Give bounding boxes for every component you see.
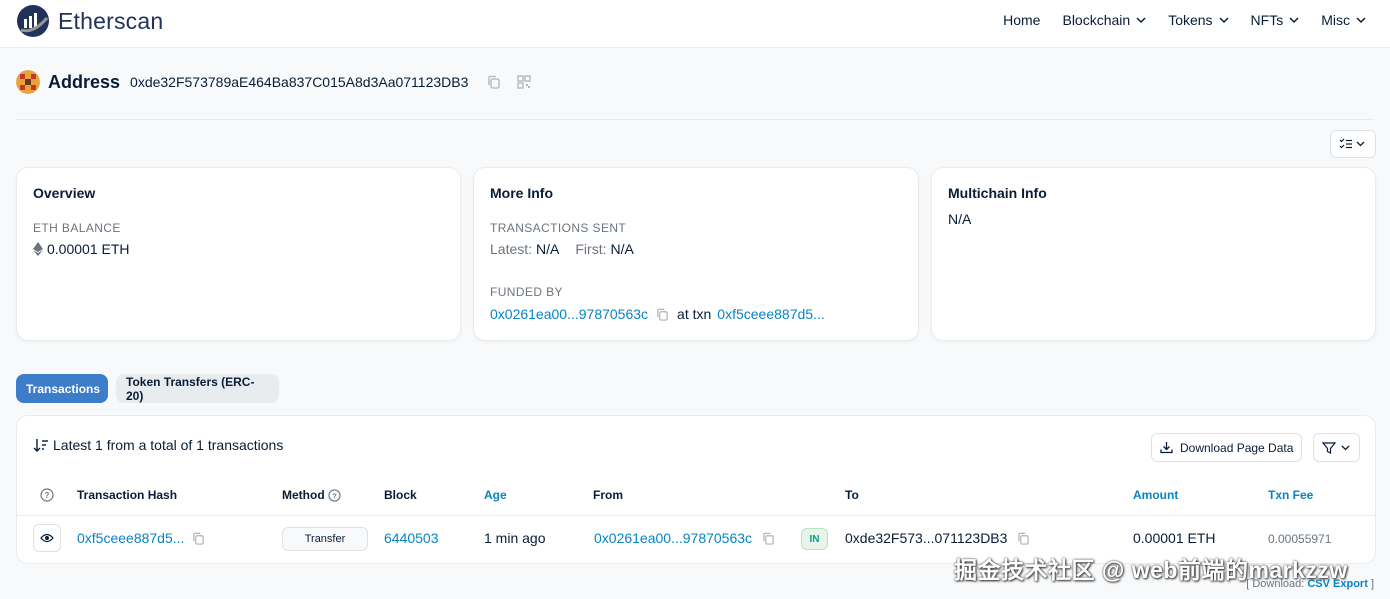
at-txn-label: at txn bbox=[677, 306, 712, 322]
chevron-down-icon bbox=[1356, 17, 1366, 24]
funded-by-row: 0x0261ea00...97870563c at txn 0xf5ceee88… bbox=[490, 306, 825, 322]
overview-card: Overview ETH BALANCE 0.00001 ETH bbox=[16, 167, 461, 341]
watermark: 掘金技术社区 @ web前端的markzzw bbox=[954, 557, 1348, 583]
amount-cell: 0.00001 ETH bbox=[1133, 530, 1216, 546]
eth-balance-label: ETH BALANCE bbox=[33, 221, 121, 235]
question-circle-icon: ? bbox=[40, 488, 54, 502]
download-icon bbox=[1160, 442, 1173, 454]
to-cell: 0xde32F573...071123DB3 bbox=[845, 530, 1030, 546]
from-cell: 0x0261ea00...97870563c bbox=[594, 530, 775, 546]
nav-tokens-label: Tokens bbox=[1168, 12, 1213, 28]
copy-icon[interactable] bbox=[1017, 532, 1030, 545]
age-cell: 1 min ago bbox=[484, 530, 546, 546]
transactions-sent-label: TRANSACTIONS SENT bbox=[490, 221, 627, 235]
transactions-sent-values: Latest: N/A First: N/A bbox=[490, 241, 634, 257]
col-txn-fee[interactable]: Txn Fee bbox=[1268, 488, 1313, 502]
direction-badge: IN bbox=[801, 528, 828, 550]
filter-icon bbox=[1321, 441, 1349, 454]
main-nav: Home Blockchain Tokens NFTs Misc bbox=[981, 0, 1366, 40]
txn-hash-cell: 0xf5ceee887d5... bbox=[77, 530, 205, 546]
col-method: Method ? bbox=[282, 488, 341, 502]
chevron-down-icon bbox=[1289, 17, 1299, 24]
summary-text: Latest 1 from a total of 1 transactions bbox=[53, 437, 284, 453]
copy-icon[interactable] bbox=[762, 532, 775, 545]
col-age[interactable]: Age bbox=[484, 488, 507, 502]
download-suffix: ] bbox=[1370, 578, 1374, 590]
svg-text:?: ? bbox=[332, 491, 337, 500]
address-avatar-icon bbox=[16, 70, 40, 94]
col-amount[interactable]: Amount bbox=[1133, 488, 1178, 502]
address-value: 0xde32F573789aE464Ba837C015A8d3Aa071123D… bbox=[130, 74, 469, 90]
funding-txn-link[interactable]: 0xf5ceee887d5... bbox=[717, 306, 824, 322]
nav-nfts-label: NFTs bbox=[1250, 12, 1284, 28]
copy-icon[interactable] bbox=[192, 532, 205, 545]
svg-text:?: ? bbox=[45, 491, 50, 500]
transactions-panel: Latest 1 from a total of 1 transactions … bbox=[16, 415, 1376, 564]
from-address-link[interactable]: 0x0261ea00...97870563c bbox=[594, 530, 752, 546]
brand[interactable]: Etherscan bbox=[16, 4, 163, 38]
latest-label: Latest: bbox=[490, 241, 533, 257]
to-address: 0xde32F573...071123DB3 bbox=[845, 530, 1008, 546]
txn-fee-cell: 0.00055971 bbox=[1268, 532, 1332, 546]
nav-home[interactable]: Home bbox=[1003, 12, 1040, 28]
address-header: Address 0xde32F573789aE464Ba837C015A8d3A… bbox=[16, 70, 532, 94]
header-row-divider bbox=[17, 515, 1375, 516]
more-info-card: More Info TRANSACTIONS SENT Latest: N/A … bbox=[473, 167, 919, 341]
qr-code-icon[interactable] bbox=[516, 74, 532, 90]
question-circle-icon[interactable]: ? bbox=[328, 488, 341, 502]
col-block: Block bbox=[384, 488, 417, 502]
method-badge: Transfer bbox=[282, 527, 368, 551]
eye-icon bbox=[40, 533, 54, 543]
nav-misc[interactable]: Misc bbox=[1321, 12, 1366, 28]
brand-name: Etherscan bbox=[58, 7, 164, 34]
multichain-title: Multichain Info bbox=[948, 185, 1047, 201]
download-label: Download Page Data bbox=[1180, 440, 1294, 455]
first-value: N/A bbox=[610, 241, 634, 257]
nav-misc-label: Misc bbox=[1321, 12, 1350, 28]
tab-token-transfers[interactable]: Token Transfers (ERC-20) bbox=[116, 374, 279, 403]
block-link[interactable]: 6440503 bbox=[384, 530, 439, 546]
nav-blockchain[interactable]: Blockchain bbox=[1062, 12, 1146, 28]
more-info-title: More Info bbox=[490, 185, 553, 201]
overview-title: Overview bbox=[33, 185, 96, 201]
ethereum-icon bbox=[33, 242, 43, 256]
page-title: Address bbox=[48, 71, 121, 92]
col-from: From bbox=[593, 488, 623, 502]
view-options-button[interactable] bbox=[1330, 130, 1376, 158]
multichain-card: Multichain Info N/A bbox=[931, 167, 1376, 341]
chevron-down-icon bbox=[1219, 17, 1229, 24]
chevron-down-icon bbox=[1136, 17, 1146, 24]
download-page-data-button[interactable]: Download Page Data bbox=[1151, 433, 1303, 462]
col-to: To bbox=[845, 488, 859, 502]
col-transaction-hash: Transaction Hash bbox=[77, 488, 178, 502]
top-navbar: Etherscan Home Blockchain Tokens NFTs Mi… bbox=[0, 0, 1390, 48]
latest-value: N/A bbox=[536, 241, 560, 257]
info-column-icon[interactable]: ? bbox=[40, 488, 54, 502]
sort-desc-icon bbox=[33, 439, 48, 452]
transactions-summary: Latest 1 from a total of 1 transactions bbox=[33, 437, 283, 453]
nav-tokens[interactable]: Tokens bbox=[1168, 12, 1229, 28]
copy-icon[interactable] bbox=[656, 308, 669, 321]
nav-blockchain-label: Blockchain bbox=[1062, 12, 1131, 28]
eth-balance: 0.00001 ETH bbox=[33, 241, 130, 257]
nav-home-label: Home bbox=[1003, 12, 1041, 28]
tab-transactions[interactable]: Transactions bbox=[16, 374, 108, 403]
first-label: First: bbox=[575, 241, 607, 257]
filter-button[interactable] bbox=[1313, 433, 1360, 462]
funder-address-link[interactable]: 0x0261ea00...97870563c bbox=[490, 306, 648, 322]
col-method-label: Method bbox=[282, 488, 325, 502]
eth-balance-value: 0.00001 ETH bbox=[47, 241, 130, 257]
list-check-icon bbox=[1339, 138, 1365, 149]
nav-nfts[interactable]: NFTs bbox=[1251, 12, 1300, 28]
funded-by-label: FUNDED BY bbox=[490, 285, 563, 299]
txn-hash-link[interactable]: 0xf5ceee887d5... bbox=[77, 530, 184, 546]
copy-icon[interactable] bbox=[486, 74, 502, 90]
view-txn-details-button[interactable] bbox=[33, 524, 61, 552]
header-divider bbox=[16, 119, 1374, 120]
etherscan-logo-icon bbox=[17, 5, 49, 37]
multichain-value: N/A bbox=[948, 211, 972, 227]
